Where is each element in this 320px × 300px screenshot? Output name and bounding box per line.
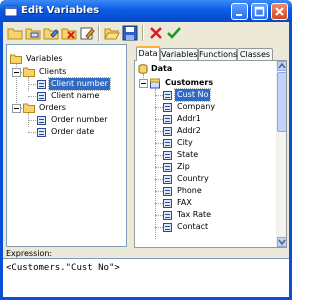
field-icon [163,103,172,112]
field-icon [163,199,172,208]
tab-variables[interactable]: Variables [160,48,198,60]
field-icon [163,211,172,220]
new-variable-icon[interactable] [25,25,41,41]
database-icon [138,64,148,74]
close-icon [275,7,284,16]
tab-data[interactable]: Data [136,46,160,61]
field-icon [163,151,172,160]
field-icon [163,115,172,124]
folder-icon [23,103,35,113]
chevron-down-icon [278,239,286,246]
edit-icon[interactable] [43,25,59,41]
collapse-clients-toggle[interactable] [12,68,21,77]
chevron-up-icon [278,62,286,69]
table-icon [150,78,160,89]
folder-icon [10,54,22,64]
tab-functions[interactable]: Functions [198,48,237,60]
ok-icon[interactable] [166,25,182,41]
variable-icon [37,92,46,101]
variable-icon [37,128,46,137]
variable-icon [37,116,46,125]
variables-tree[interactable]: Variables Clients Client number Client n… [6,44,127,247]
expression-label: Expression: [6,249,53,258]
new-category-icon[interactable] [7,25,23,41]
window-title: Edit Variables [21,5,100,16]
field-icon [163,163,172,172]
collapse-customers-toggle[interactable] [139,79,148,88]
maximize-icon [254,6,265,17]
tab-classes[interactable]: Classes [237,48,273,60]
field-icon [163,139,172,148]
save-icon[interactable] [122,25,138,41]
toolbar-separator [98,25,100,41]
datasource-tree[interactable]: Data Customers Cust No Company Addr1 Addr2 C… [134,60,287,248]
scroll-down-button[interactable] [277,237,286,247]
field-icon [163,187,172,196]
scroll-thumb[interactable] [277,72,286,132]
field-icon [163,175,172,184]
expression-editor[interactable]: <Customers."Cust No"> [3,258,289,297]
toolbar-separator [142,25,144,41]
maximize-button[interactable] [251,3,268,20]
field-icon [163,91,172,100]
open-icon[interactable] [104,25,120,41]
field-icon [163,223,172,232]
minimize-icon [236,14,242,16]
edit-variables-window: Edit Variables Variables Clients Client … [0,0,292,300]
app-icon [4,5,18,17]
folder-icon [23,67,35,77]
scroll-up-button[interactable] [277,61,286,71]
expression-text: <Customers."Cust No"> [6,263,120,273]
delete-icon[interactable] [61,25,77,41]
collapse-orders-toggle[interactable] [12,104,21,113]
cancel-icon[interactable] [148,25,164,41]
data-panel: Data Variables Functions Classes Data Cu… [134,46,287,248]
edit-props-icon[interactable] [79,25,95,41]
field-icon [163,127,172,136]
toolbar [3,22,289,44]
vertical-scrollbar[interactable] [276,61,286,247]
minimize-button[interactable] [231,3,248,20]
variable-icon [37,80,46,89]
close-button[interactable] [271,3,288,20]
tree-item-client-number[interactable]: Client number [48,77,111,91]
dialog-client-area: Variables Clients Client number Client n… [3,22,289,297]
title-bar[interactable]: Edit Variables [0,0,292,22]
